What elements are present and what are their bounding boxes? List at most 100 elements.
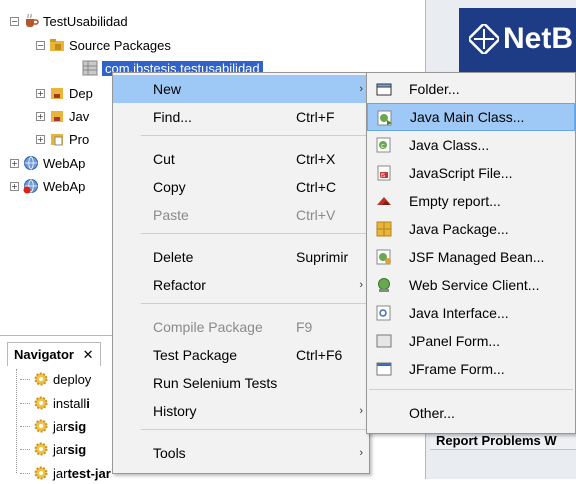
tree-label: WebAp <box>43 178 86 194</box>
menu-item-shortcut: Ctrl+F <box>296 109 335 125</box>
menu-item-label: Delete <box>153 249 194 265</box>
tree-label: Pro <box>69 131 90 147</box>
dependencies-icon <box>51 88 63 99</box>
menu-separator <box>141 135 367 136</box>
list-item-bold: sig <box>67 441 87 457</box>
menu-item-shortcut: Ctrl+V <box>296 207 336 223</box>
submenu-item-label: Other... <box>409 405 455 421</box>
list-item-label: jar <box>53 418 68 434</box>
tree-label: Dep <box>69 85 93 101</box>
submenu-item-label: JFrame Form... <box>409 361 505 377</box>
submenu-item-other[interactable]: Other... <box>367 399 575 427</box>
list-item[interactable]: deploy <box>20 368 91 390</box>
package-icon <box>82 60 98 76</box>
collapse-icon[interactable]: − <box>36 40 45 50</box>
menu-item-run-selenium-tests[interactable]: Run Selenium Tests <box>113 369 369 397</box>
java-class-icon: c <box>376 137 391 153</box>
netbeans-logo-icon <box>469 24 499 54</box>
chevron-right-icon: › <box>359 279 363 291</box>
list-item[interactable]: jar sig <box>20 415 86 437</box>
expand-icon[interactable]: + <box>36 88 45 98</box>
tree-node-webapp-1[interactable]: + WebAp <box>10 152 85 174</box>
submenu-item-label: Empty report... <box>409 193 501 209</box>
menu-item-history[interactable]: History › <box>113 397 369 425</box>
submenu-item-jframe-form[interactable]: JFrame Form... <box>367 355 575 383</box>
menu-item-find[interactable]: Find... Ctrl+F <box>113 103 369 131</box>
coffee-cup-icon <box>26 13 39 27</box>
menu-item-paste[interactable]: Paste Ctrl+V <box>113 201 369 229</box>
menu-item-delete[interactable]: Delete Suprimir <box>113 243 369 271</box>
list-item[interactable]: jar test-jar <box>20 462 111 484</box>
menu-item-cut[interactable]: Cut Ctrl+X <box>113 145 369 173</box>
menu-separator <box>141 429 367 430</box>
expand-icon[interactable]: + <box>10 158 19 168</box>
list-item-label: jar <box>53 441 68 457</box>
menu-item-new[interactable]: New › <box>113 75 369 103</box>
list-item[interactable]: install i <box>20 392 90 414</box>
menu-separator <box>369 389 573 390</box>
submenu-item-label: Java Class... <box>409 137 490 153</box>
menu-item-test-package[interactable]: Test Package Ctrl+F6 <box>113 341 369 369</box>
tree-guide-line <box>16 369 17 473</box>
submenu-item-jpanel-form[interactable]: JPanel Form... <box>367 327 575 355</box>
submenu-item-label: JSF Managed Bean... <box>409 249 545 265</box>
tree-node-webapp-2[interactable]: + WebAp <box>10 175 85 197</box>
navigator-tab[interactable]: Navigator ✕ <box>7 342 101 366</box>
submenu-item-web-service-client[interactable]: Web Service Client... <box>367 271 575 299</box>
list-item-label: install <box>53 395 87 411</box>
menu-item-label: New <box>153 81 182 97</box>
tree-label: Jav <box>69 108 90 124</box>
submenu-item-java-interface[interactable]: Java Interface... <box>367 299 575 327</box>
submenu-item-java-class[interactable]: c Java Class... <box>367 131 575 159</box>
tree-label: WebAp <box>43 155 86 171</box>
list-item-bold: sig <box>67 418 87 434</box>
tree-node-project[interactable]: − TestUsabilidad <box>10 10 128 32</box>
menu-item-compile-package[interactable]: Compile Package F9 <box>113 313 369 341</box>
menu-item-shortcut: Ctrl+C <box>296 179 337 195</box>
menu-item-label: Run Selenium Tests <box>153 375 278 391</box>
submenu-item-java-main-class[interactable]: Java Main Class... <box>367 103 575 131</box>
expand-icon[interactable]: + <box>36 134 45 144</box>
submenu-item-javascript-file[interactable]: JS JavaScript File... <box>367 159 575 187</box>
menu-separator <box>141 303 367 304</box>
new-submenu: Folder... Java Main Class... c Java Clas… <box>366 72 576 434</box>
list-item[interactable]: jar sig <box>20 438 86 460</box>
submenu-item-java-package[interactable]: Java Package... <box>367 215 575 243</box>
tree-node-project-files[interactable]: + Pro <box>36 128 89 150</box>
menu-item-label: Find... <box>153 109 192 125</box>
bean-icon <box>376 249 391 265</box>
javascript-file-icon: JS <box>377 165 391 181</box>
project-name: TestUsabilidad <box>43 13 128 29</box>
menu-item-shortcut: Suprimir <box>296 249 349 265</box>
navigator-tab-label: Navigator <box>14 347 74 362</box>
menu-item-copy[interactable]: Copy Ctrl+C <box>113 173 369 201</box>
list-item-label: deploy <box>53 371 92 387</box>
menu-separator <box>141 233 367 234</box>
tree-node-java[interactable]: + Jav <box>36 105 89 127</box>
menu-item-shortcut: Ctrl+F6 <box>296 347 343 363</box>
context-menu: New › Find... Ctrl+F Cut Ctrl+X Copy Ctr… <box>112 72 370 474</box>
menu-item-tools[interactable]: Tools › <box>113 439 369 467</box>
collapse-icon[interactable]: − <box>10 16 19 26</box>
tree-node-source-packages[interactable]: − Source Packages <box>36 34 171 56</box>
expand-icon[interactable]: + <box>36 111 45 121</box>
menu-item-label: Test Package <box>153 347 238 363</box>
menu-item-refactor[interactable]: Refactor › <box>113 271 369 299</box>
package-icon <box>376 221 392 237</box>
list-item-bold: i <box>86 395 90 411</box>
submenu-item-label: JavaScript File... <box>409 165 513 181</box>
submenu-item-folder[interactable]: Folder... <box>367 75 575 103</box>
gear-icon <box>34 419 48 433</box>
menu-item-shortcut: Ctrl+X <box>296 151 336 167</box>
chevron-right-icon: › <box>359 83 363 95</box>
submenu-item-empty-report[interactable]: Empty report... <box>367 187 575 215</box>
banner-text: NetB <box>503 22 574 55</box>
expand-icon[interactable]: + <box>10 181 19 191</box>
menu-item-label: Compile Package <box>153 319 263 335</box>
package-folder-icon <box>50 39 64 51</box>
tree-node-dependencies[interactable]: + Dep <box>36 82 93 104</box>
globe-icon <box>24 156 38 170</box>
submenu-item-jsf-managed-bean[interactable]: JSF Managed Bean... <box>367 243 575 271</box>
menu-item-label: Refactor <box>153 277 206 293</box>
close-icon[interactable]: ✕ <box>83 347 94 362</box>
